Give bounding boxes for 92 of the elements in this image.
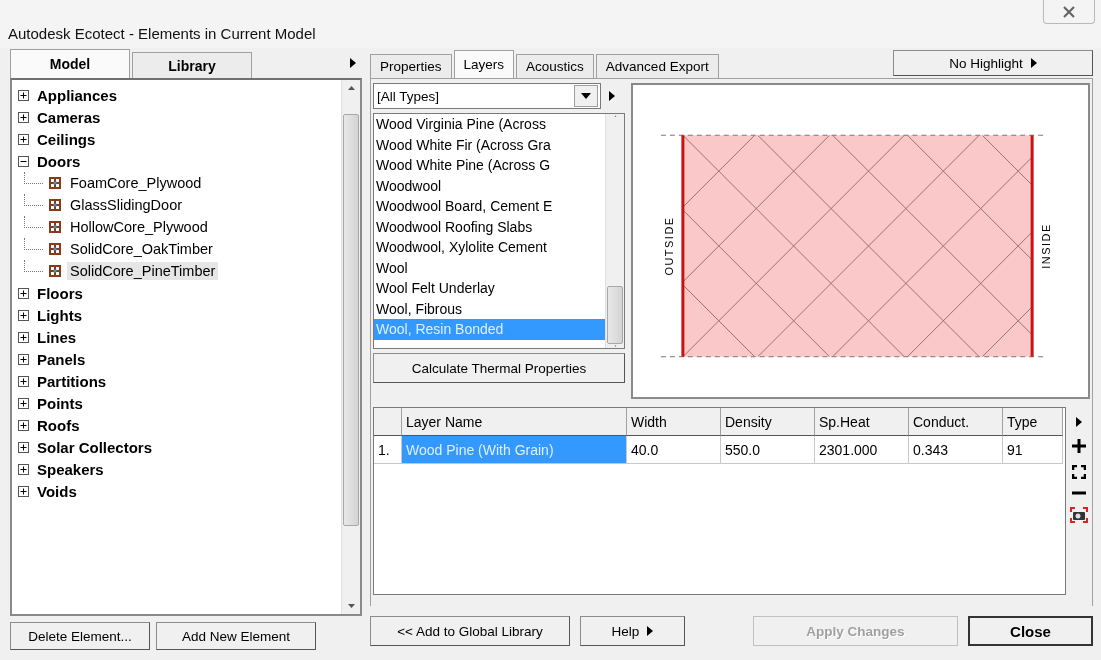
tree-item[interactable]: Points (37, 394, 83, 412)
table-cell: 0.343 (909, 436, 1003, 464)
tree-item[interactable]: GlassSlidingDoor (67, 196, 186, 214)
menu-arrow-icon (1076, 417, 1082, 427)
add-library-button[interactable]: << Add to Global Library (370, 616, 570, 646)
material-swatch-icon (49, 265, 61, 277)
menu-arrow-icon (1030, 58, 1037, 68)
column-header[interactable]: Conduct. (909, 408, 1003, 436)
expand-icon[interactable] (18, 287, 29, 299)
tree-item[interactable]: Cameras (37, 108, 101, 126)
tab[interactable]: Properties (370, 54, 452, 78)
tree-item[interactable]: Floors (37, 284, 83, 302)
tab[interactable]: Model (10, 49, 130, 78)
table-cell: 40.0 (627, 436, 721, 464)
scrollbar-thumb[interactable] (607, 286, 623, 344)
list-item[interactable]: Wool, Fibrous (374, 298, 605, 319)
expand-icon[interactable] (18, 111, 29, 123)
calculate-button[interactable]: Calculate Thermal Properties (373, 353, 625, 383)
expand-icon[interactable] (18, 375, 29, 387)
column-header[interactable]: Type (1003, 408, 1063, 436)
tree-item[interactable]: Ceilings (37, 130, 96, 148)
window-title: Autodesk Ecotect - Elements in Current Model (8, 25, 316, 42)
tree-item[interactable]: Appliances (37, 86, 118, 104)
expand-icon[interactable] (18, 419, 29, 431)
expand-icon[interactable] (18, 133, 29, 145)
tree-item[interactable]: Voids (37, 482, 77, 500)
dropdown-arrow-icon (581, 93, 591, 99)
menu-arrow-icon (647, 626, 654, 636)
tab[interactable]: Advanced Export (595, 54, 719, 78)
tree-item[interactable]: Roofs (37, 416, 80, 434)
close-button[interactable] (1043, 0, 1095, 24)
corner-header (374, 408, 402, 436)
scrollbar-thumb[interactable] (343, 114, 359, 526)
material-swatch-icon (49, 199, 61, 211)
add-icon[interactable] (1072, 439, 1086, 453)
material-swatch-icon (49, 243, 61, 255)
column-header[interactable]: Density (721, 408, 815, 436)
expand-icon[interactable] (18, 331, 29, 343)
table-cell: 550.0 (721, 436, 815, 464)
list-item[interactable]: Woodwool Roofing Slabs (374, 216, 605, 237)
fit-frame-icon[interactable] (1072, 465, 1086, 479)
list-item[interactable]: Woodwool Board, Cement E (374, 196, 605, 217)
collapse-icon[interactable] (18, 155, 29, 167)
remove-icon[interactable] (1072, 491, 1086, 495)
close-button[interactable]: Close (968, 616, 1093, 646)
menu-arrow-icon (350, 57, 356, 68)
expand-icon[interactable] (18, 309, 29, 321)
highlight-button[interactable]: No Highlight (893, 50, 1093, 76)
list-item[interactable]: Woodwool (374, 175, 605, 196)
tree-item[interactable]: SolidCore_OakTimber (67, 240, 216, 258)
outside-label: OUTSIDE (662, 216, 675, 276)
tree-item[interactable]: Doors (37, 152, 81, 170)
expand-icon[interactable] (18, 485, 29, 497)
tree-item[interactable]: Speakers (37, 460, 104, 478)
type-dropdown[interactable]: [All Types] (373, 83, 601, 109)
tree-item[interactable]: Solar Collectors (37, 438, 153, 456)
list-item[interactable]: Wood White Fir (Across Gra (374, 134, 605, 155)
expand-icon[interactable] (18, 353, 29, 365)
table-cell: 2301.000 (815, 436, 909, 464)
delete-element-button[interactable]: Delete Element... (10, 622, 150, 650)
add-element-button[interactable]: Add New Element (156, 622, 316, 650)
expand-icon[interactable] (18, 441, 29, 453)
expand-icon[interactable] (18, 397, 29, 409)
camera-icon[interactable] (1070, 507, 1088, 523)
tree-item[interactable]: Lights (37, 306, 82, 324)
material-swatch-icon (49, 177, 61, 189)
table-cell: Wood Pine (With Grain) (402, 436, 627, 464)
close-icon (1063, 5, 1075, 18)
tree-item[interactable]: HollowCore_Plywood (67, 218, 211, 236)
column-header[interactable]: Layer Name (402, 408, 627, 436)
tree-item[interactable]: Partitions (37, 372, 107, 390)
material-swatch-icon (49, 221, 61, 233)
expand-icon[interactable] (18, 89, 29, 101)
table-cell: 91 (1003, 436, 1063, 464)
list-item[interactable]: Woodwool, Xylolite Cement (374, 237, 605, 258)
expand-icon[interactable] (18, 463, 29, 475)
tree-item[interactable]: SolidCore_PineTimber (67, 262, 219, 280)
list-item[interactable]: Wood White Pine (Across G (374, 155, 605, 176)
column-header[interactable]: Sp.Heat (815, 408, 909, 436)
column-header[interactable]: Width (627, 408, 721, 436)
tab[interactable]: Acoustics (516, 54, 594, 78)
menu-arrow-icon (609, 91, 615, 101)
inside-label: INSIDE (1040, 223, 1053, 269)
list-item[interactable]: Wood Virginia Pine (Across (374, 114, 605, 135)
list-item[interactable]: Wool (374, 257, 605, 278)
tree-item[interactable]: FoamCore_Plywood (67, 174, 205, 192)
tree-item[interactable]: Panels (37, 350, 86, 368)
tree-item[interactable]: Lines (37, 328, 77, 346)
list-item[interactable]: Wool Felt Underlay (374, 278, 605, 299)
help-button[interactable]: Help (580, 616, 685, 646)
tab[interactable]: Library (132, 52, 252, 78)
tab[interactable]: Layers (453, 50, 515, 78)
